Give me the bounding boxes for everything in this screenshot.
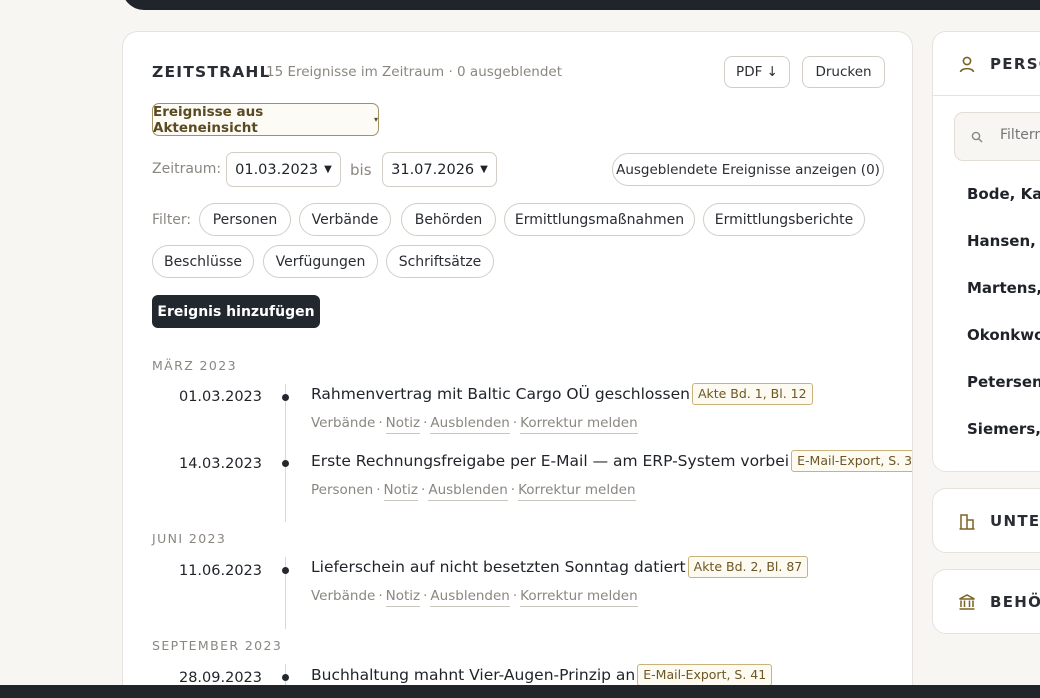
event-date: 11.06.2023 (178, 563, 262, 579)
person-item[interactable]: Okonkwo, (967, 326, 1040, 344)
source-tag[interactable]: E-Mail-Export, S. 41 (637, 664, 773, 686)
persons-filter-field[interactable] (954, 112, 1040, 161)
hide-link[interactable]: Ausblenden (430, 415, 510, 434)
event-row[interactable]: Erste Rechnungsfreigabe per E-Mail — am … (311, 450, 912, 472)
note-link[interactable]: Notiz (385, 415, 421, 434)
filter-chip-ermittlungsmassnahmen[interactable]: Ermittlungsmaßnahmen (504, 203, 695, 236)
event-meta: Verbände · Notiz · Ausblenden · Korrektur meld… (311, 588, 638, 607)
event-source-label: Ereignisse aus Akteneinsicht (153, 103, 264, 136)
person-item[interactable]: Petersen, I (967, 373, 1040, 391)
event-category: Verbände (311, 415, 376, 431)
date-from-value: 01.03.2023 (235, 161, 319, 178)
timeline-dot (282, 394, 289, 401)
filter-chip-verbaende[interactable]: Verbände (299, 203, 391, 236)
note-link[interactable]: Notiz (383, 482, 419, 501)
search-icon (971, 131, 983, 143)
bis-label: bis (350, 161, 372, 179)
event-meta: Personen · Notiz · Ausblenden · Korrektur meld… (311, 482, 636, 501)
month-heading: MÄRZ 2023 (152, 358, 237, 373)
event-title: Lieferschein auf nicht besetzten Sonntag… (311, 558, 686, 576)
persons-panel-title: PERSO (990, 55, 1040, 73)
person-item[interactable]: Siemers, L (967, 420, 1040, 438)
timeline-dot (282, 567, 289, 574)
event-source-select[interactable]: Ereignisse aus Akteneinsicht ▾ (152, 103, 379, 136)
pdf-export-button[interactable]: PDF ↓ (724, 56, 790, 88)
companies-panel[interactable]: UNTER (932, 488, 1040, 553)
event-title: Erste Rechnungsfreigabe per E-Mail — am … (311, 452, 790, 470)
caret-down-icon: ▾ (373, 115, 378, 124)
timeline-line (285, 384, 286, 522)
report-correction-link[interactable]: Korrektur melden (518, 482, 636, 501)
event-meta: Verbände · Notiz · Ausblenden · Korrektur meld… (311, 415, 638, 434)
event-category: Personen (311, 482, 374, 498)
month-heading: SEPTEMBER 2023 (152, 638, 283, 653)
source-tag[interactable]: Akte Bd. 2, Bl. 87 (687, 556, 809, 578)
person-item[interactable]: Hansen, M (967, 232, 1040, 250)
divider (933, 95, 1040, 96)
show-hidden-events-button[interactable]: Ausgeblendete Ereignisse anzeigen (0) (612, 153, 884, 186)
event-row[interactable]: Lieferschein auf nicht besetzten Sonntag… (311, 556, 809, 578)
persons-panel: PERSO Bode, Katr Hansen, M Martens, C Ok… (932, 31, 1040, 472)
filter-chip-schriftsaetze[interactable]: Schriftsätze (386, 245, 494, 278)
person-item[interactable]: Martens, C (967, 279, 1040, 297)
add-event-button[interactable]: Ereignis hinzufügen (152, 295, 320, 328)
filter-label: Filter: (152, 212, 192, 228)
person-item[interactable]: Bode, Katr (967, 185, 1040, 203)
person-icon (959, 56, 975, 73)
timeline-title: ZEITSTRAHL (152, 63, 271, 81)
timeline-card: ZEITSTRAHL 15 Ereignisse im Zeitraum · 0… (122, 31, 913, 698)
timeline-dot (282, 674, 289, 681)
event-title: Buchhaltung mahnt Vier-Augen-Prinzip an (311, 666, 636, 684)
filter-chip-personen[interactable]: Personen (199, 203, 291, 236)
event-date: 01.03.2023 (178, 389, 262, 405)
authorities-panel-title: BEHÖ (990, 593, 1040, 611)
event-date: 14.03.2023 (178, 456, 262, 472)
persons-filter-input[interactable] (1000, 127, 1040, 143)
source-tag[interactable]: Akte Bd. 1, Bl. 12 (691, 383, 813, 405)
building-icon (959, 514, 975, 530)
hide-link[interactable]: Ausblenden (430, 588, 510, 607)
top-app-bar (122, 0, 1040, 10)
filter-chip-verfuegungen[interactable]: Verfügungen (263, 245, 378, 278)
note-link[interactable]: Notiz (385, 588, 421, 607)
institution-icon (959, 594, 975, 610)
date-to-picker[interactable]: 31.07.2026 ▼ (382, 152, 497, 187)
authorities-panel[interactable]: BEHÖ (932, 569, 1040, 634)
hide-link[interactable]: Ausblenden (428, 482, 508, 501)
event-category: Verbände (311, 588, 376, 604)
date-from-picker[interactable]: 01.03.2023 ▼ (226, 152, 341, 187)
companies-panel-title: UNTER (990, 512, 1040, 530)
event-row[interactable]: Rahmenvertrag mit Baltic Cargo OÜ geschl… (311, 383, 813, 405)
report-correction-link[interactable]: Korrektur melden (520, 415, 638, 434)
print-button[interactable]: Drucken (802, 56, 885, 88)
filter-chip-beschluesse[interactable]: Beschlüsse (152, 245, 254, 278)
filter-chip-ermittlungsberichte[interactable]: Ermittlungsberichte (703, 203, 865, 236)
event-title: Rahmenvertrag mit Baltic Cargo OÜ geschl… (311, 385, 690, 403)
event-row[interactable]: Buchhaltung mahnt Vier-Augen-Prinzip an … (311, 664, 773, 686)
date-to-value: 31.07.2026 (391, 161, 475, 178)
report-correction-link[interactable]: Korrektur melden (520, 588, 638, 607)
filter-chip-behoerden[interactable]: Behörden (401, 203, 496, 236)
source-tag[interactable]: E-Mail-Export, S. 3 (791, 450, 912, 472)
event-date: 28.09.2023 (178, 670, 262, 686)
caret-down-icon: ▼ (480, 164, 488, 175)
bottom-bar (0, 685, 1040, 698)
range-label: Zeitraum: (152, 161, 222, 177)
month-heading: JUNI 2023 (152, 531, 227, 546)
caret-down-icon: ▼ (324, 164, 332, 175)
timeline-summary: 15 Ereignisse im Zeitraum · 0 ausgeblend… (266, 64, 563, 80)
timeline-dot (282, 460, 289, 467)
